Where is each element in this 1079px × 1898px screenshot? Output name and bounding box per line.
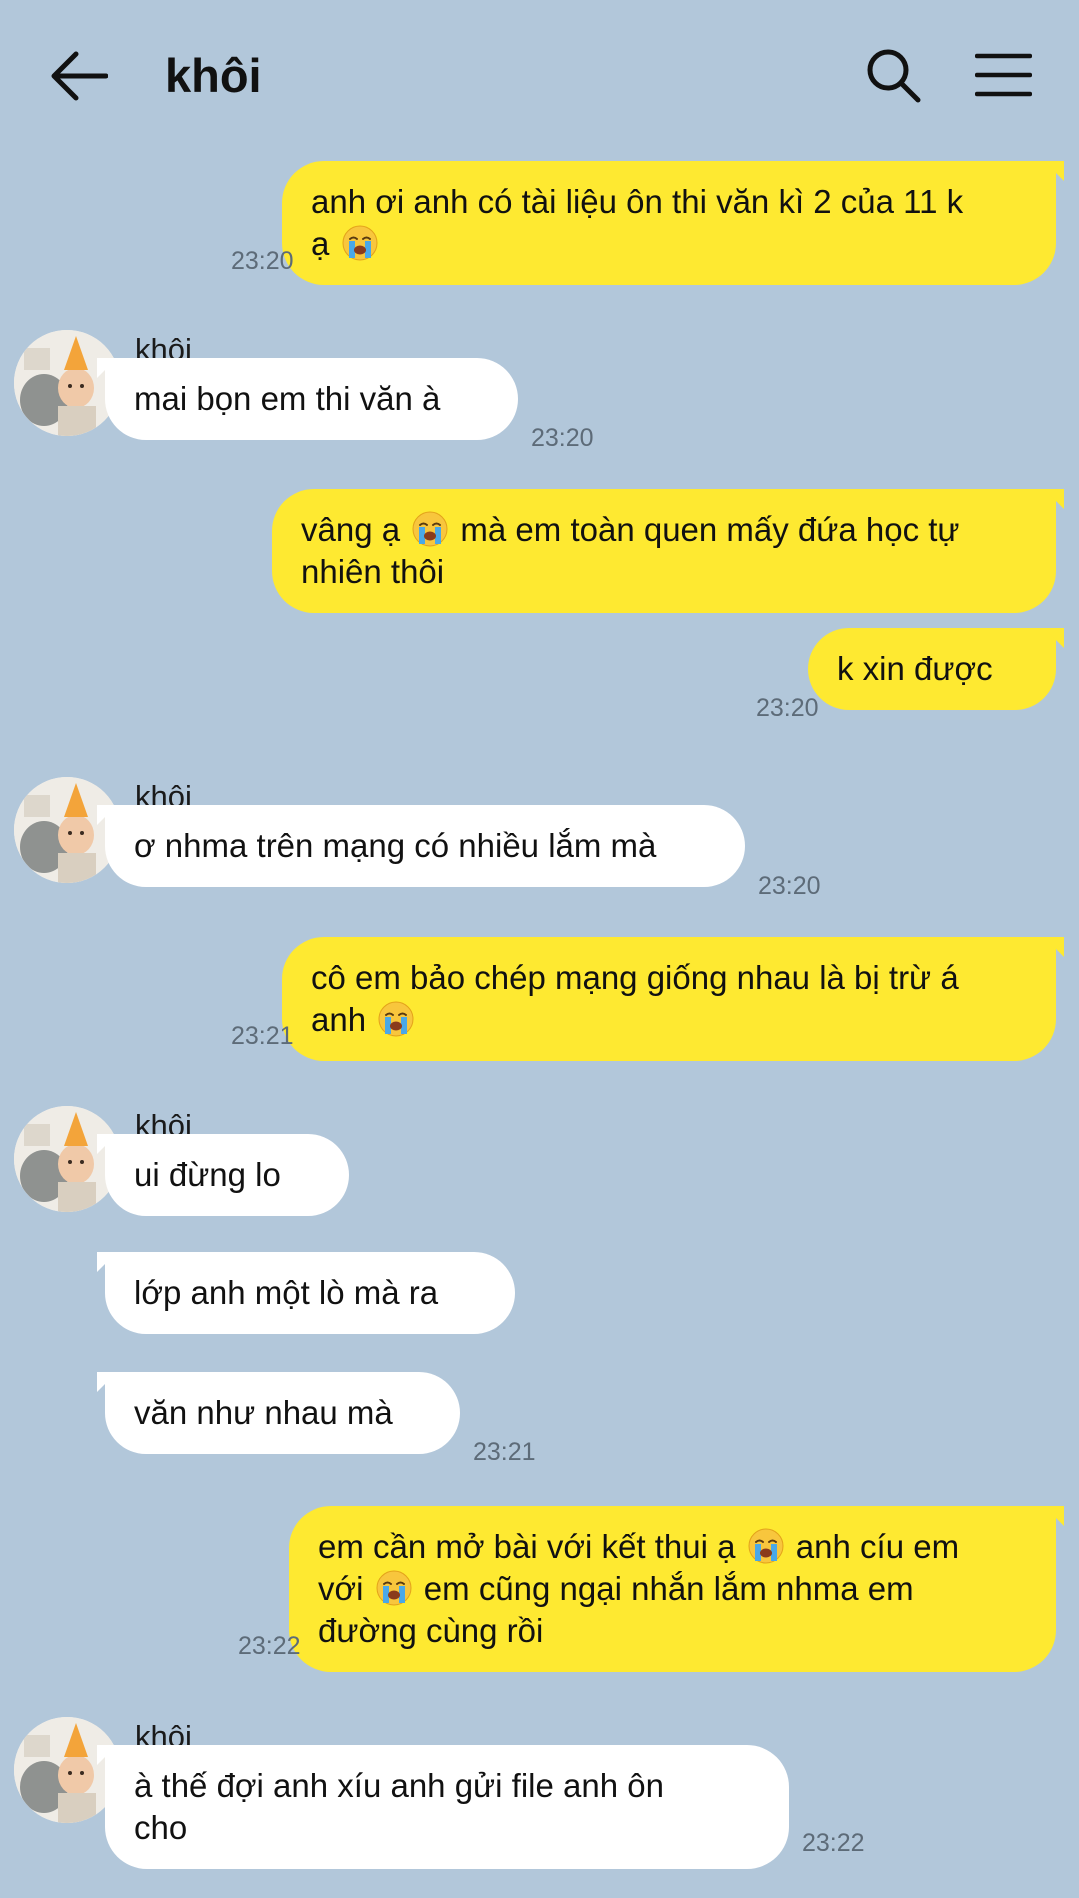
message-timestamp: 23:20 (531, 424, 594, 452)
incoming-message-bubble[interactable]: ơ nhma trên mạng có nhiều lắm mà (97, 805, 745, 887)
message-timestamp: 23:21 (231, 1022, 294, 1050)
hamburger-menu-icon (974, 53, 1033, 97)
arrow-left-icon (51, 51, 109, 101)
message-text-line: em cần mở bài với kết thui ạ anh cíu em (318, 1528, 960, 1565)
bubble-tail (1044, 628, 1064, 648)
message-text-line: à thế đợi anh xíu anh gửi file anh ôn (134, 1767, 664, 1804)
search-button[interactable] (866, 48, 922, 104)
incoming-message-bubble[interactable]: văn như nhau mà (97, 1372, 460, 1454)
message-timestamp: 23:20 (756, 694, 819, 722)
message-text-line: đường cùng rồi (318, 1612, 544, 1649)
chat-header: khôi (0, 0, 1079, 150)
outgoing-message-bubble[interactable]: k xin được (808, 628, 1064, 710)
message-text-line: với em cũng ngại nhắn lắm nhma em (318, 1570, 914, 1607)
back-button[interactable] (50, 50, 109, 102)
bubble-tail (1044, 489, 1064, 509)
bubble-tail (97, 1134, 117, 1154)
message-timestamp: 23:20 (231, 247, 294, 275)
loudly-crying-face-emoji (748, 1528, 784, 1564)
message-text-line: ơ nhma trên mạng có nhiều lắm mà (134, 827, 657, 864)
message-text-line: nhiên thôi (301, 553, 445, 590)
loudly-crying-face-emoji (376, 1570, 412, 1606)
message-text-line: văn như nhau mà (134, 1394, 393, 1431)
outgoing-message-bubble[interactable]: em cần mở bài với kết thui ạ anh cíu em v… (289, 1506, 1064, 1672)
loudly-crying-face-emoji (412, 511, 448, 547)
incoming-message-bubble[interactable]: ui đừng lo (97, 1134, 349, 1216)
message-timestamp: 23:20 (758, 872, 821, 900)
message-text-line: anh (311, 999, 1027, 1041)
incoming-message-bubble[interactable]: lớp anh một lò mà ra (97, 1252, 515, 1334)
message-text-line: cô em bảo chép mạng giống nhau là bị trừ… (311, 959, 959, 996)
message-text-line: vâng ạ mà em toàn quen mấy đứa học tự (301, 511, 960, 548)
loudly-crying-face-emoji (378, 1001, 414, 1037)
search-icon (867, 49, 921, 103)
menu-button[interactable] (974, 52, 1033, 98)
incoming-message-bubble[interactable]: mai bọn em thi văn à (97, 358, 518, 440)
loudly-crying-face-emoji (342, 225, 378, 261)
message-text-line: ui đừng lo (134, 1156, 281, 1193)
bubble-tail (1044, 1506, 1064, 1526)
outgoing-message-bubble[interactable]: anh ơi anh có tài liệu ôn thi văn kì 2 c… (282, 161, 1064, 285)
message-text-line: cho (134, 1809, 188, 1846)
bubble-tail (97, 1252, 117, 1272)
bubble-tail (97, 805, 117, 825)
message-timestamp: 23:22 (802, 1829, 865, 1857)
chat-title: khôi (165, 49, 262, 102)
bubble-tail (1044, 161, 1064, 181)
message-timestamp: 23:22 (238, 1632, 301, 1660)
message-text-line: lớp anh một lò mà ra (134, 1274, 439, 1311)
outgoing-message-bubble[interactable]: cô em bảo chép mạng giống nhau là bị trừ… (282, 937, 1064, 1061)
message-timestamp: 23:21 (473, 1438, 536, 1466)
message-text-line: anh ơi anh có tài liệu ôn thi văn kì 2 c… (311, 183, 964, 220)
bubble-tail (1044, 937, 1064, 957)
bubble-tail (97, 358, 117, 378)
message-text-line: mai bọn em thi văn à (134, 380, 441, 417)
outgoing-message-bubble[interactable]: vâng ạ mà em toàn quen mấy đứa học tự nhi… (272, 489, 1064, 613)
incoming-message-bubble[interactable]: à thế đợi anh xíu anh gửi file anh ôn cho (97, 1745, 789, 1869)
bubble-tail (97, 1745, 117, 1765)
bubble-tail (97, 1372, 117, 1392)
message-text-line: ạ (311, 223, 1027, 265)
message-text-line: k xin được (837, 650, 993, 687)
